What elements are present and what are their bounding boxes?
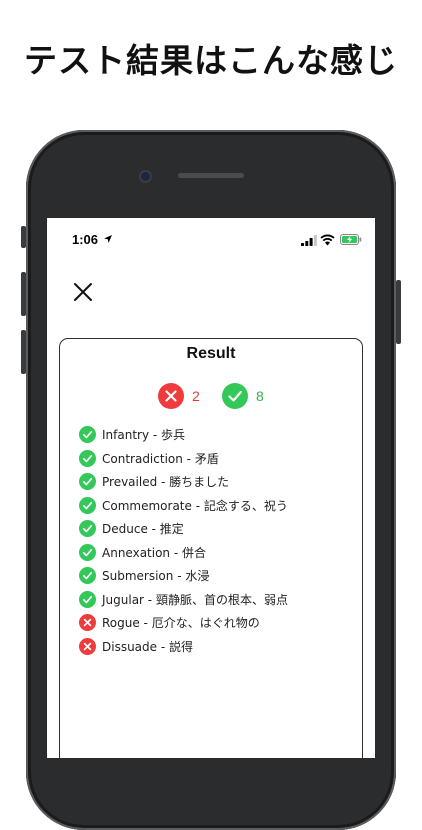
check-circle-icon [79,567,96,585]
result-row-text: Prevailed - 勝ちました [102,475,230,490]
result-row: Commemorate - 記念する、祝う [79,494,359,518]
result-row: Rogue - 厄介な、はぐれ物の [79,611,359,635]
x-circle-icon [79,637,96,655]
result-list: Infantry - 歩兵 Contradiction - 矛盾 Prevailed… [79,423,359,658]
result-row: Dissuade - 説得 [79,635,359,659]
earpiece-speaker [178,173,244,178]
wrong-summary: 2 [158,383,200,409]
result-card: Result 2 8 Infantry - 歩兵 Contradiction - … [59,338,363,758]
status-time: 1:06 [72,232,99,247]
result-row: Submersion - 水浸 [79,564,359,588]
x-circle-icon [158,383,184,409]
result-row-text: Annexation - 併合 [102,545,206,560]
result-title: Result [186,345,236,362]
phone-power-button [396,280,401,344]
check-circle-icon [79,426,96,444]
phone-volume-down-button [21,330,26,374]
result-row-text: Infantry - 歩兵 [102,428,186,443]
result-row: Infantry - 歩兵 [79,423,359,447]
phone-volume-up-button [21,272,26,316]
correct-count: 8 [256,388,264,404]
check-circle-icon [222,383,248,409]
result-row-text: Dissuade - 説得 [102,639,193,654]
correct-summary: 8 [222,383,264,409]
phone-mute-switch [21,226,26,248]
result-row-text: Jugular - 頸静脈、首の根本、弱点 [102,592,288,607]
wrong-count: 2 [192,388,200,404]
close-icon[interactable] [71,280,95,304]
check-circle-icon [79,520,96,538]
cellular-signal-icon [301,235,317,246]
check-circle-icon [79,449,96,467]
result-row: Jugular - 頸静脈、首の根本、弱点 [79,588,359,612]
front-camera [141,172,150,181]
result-row-text: Contradiction - 矛盾 [102,451,219,466]
location-arrow-icon [104,235,112,243]
result-row-text: Deduce - 推定 [102,522,184,537]
check-circle-icon [79,496,96,514]
result-row: Contradiction - 矛盾 [79,447,359,471]
result-row: Annexation - 併合 [79,541,359,565]
status-bar: 1:06 [47,232,375,250]
result-row: Deduce - 推定 [79,517,359,541]
wifi-icon [320,234,335,246]
result-summary: 2 8 [60,383,362,411]
result-row: Prevailed - 勝ちました [79,470,359,494]
result-row-text: Rogue - 厄介な、はぐれ物の [102,616,260,631]
result-row-text: Commemorate - 記念する、祝う [102,498,288,513]
promo-headline: テスト結果はこんな感じ [24,41,398,80]
check-circle-icon [79,473,96,491]
check-circle-icon [79,590,96,608]
result-row-text: Submersion - 水浸 [102,569,210,584]
x-circle-icon [79,614,96,632]
battery-charging-icon [340,234,362,245]
check-circle-icon [79,543,96,561]
phone-screen: 1:06 Result 2 8 Infantry - 歩兵 Contradict… [47,218,375,758]
